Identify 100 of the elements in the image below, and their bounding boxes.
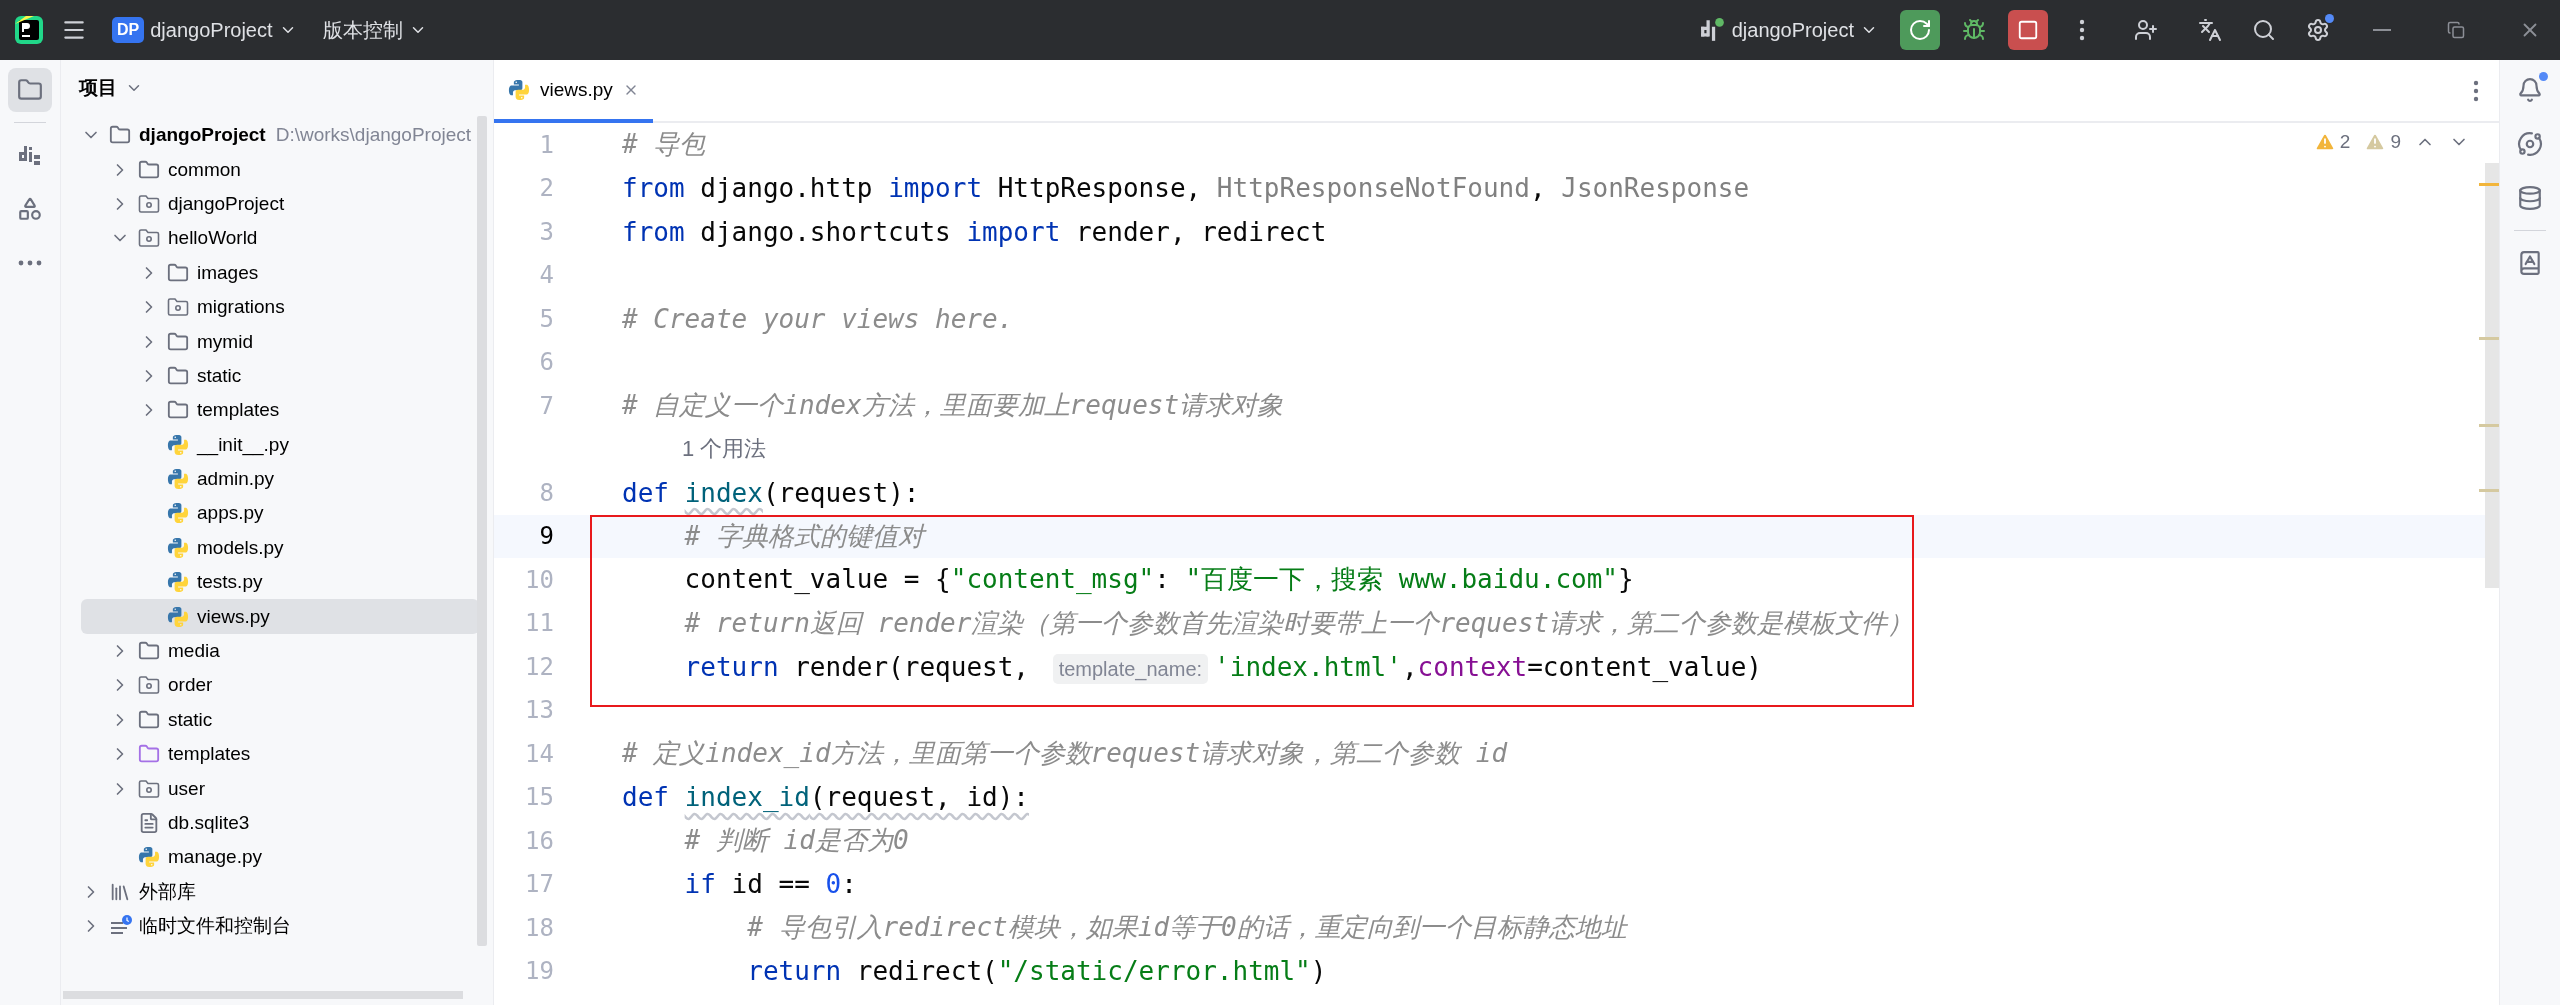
path-hint: D:\works\djangoProject: [275, 124, 472, 147]
folder-icon: [138, 228, 160, 249]
code-token: render(request,: [793, 651, 1030, 682]
tree-item[interactable]: views.py: [81, 599, 479, 634]
more-icon: [2079, 19, 2085, 41]
tree-item[interactable]: static: [81, 702, 479, 738]
line-number: 3: [538, 217, 554, 246]
code-token: 'index.html': [1214, 651, 1402, 682]
tree-item[interactable]: common: [81, 152, 479, 187]
tree-item[interactable]: media: [81, 633, 479, 669]
tree-item-label: admin.py: [197, 468, 275, 491]
tree-item[interactable]: db.sqlite3: [81, 805, 479, 841]
code-token: (request):: [762, 477, 920, 508]
folder-icon: [167, 330, 189, 353]
tree-item-label: helloWorld: [168, 227, 258, 250]
warning-marker[interactable]: [2479, 424, 2499, 427]
tree-item-label: apps.py: [197, 502, 264, 525]
code-token: # 定义index_id方法，里面第一个参数request请求对象，第二个参数 id: [622, 738, 1508, 769]
tree-item[interactable]: models.py: [81, 530, 479, 566]
warning-count[interactable]: 2: [2313, 131, 2351, 153]
line-number: 4: [538, 261, 554, 290]
line-number: 2: [538, 174, 554, 203]
tree-item-label: manage.py: [168, 846, 262, 869]
tree-item[interactable]: mymid: [81, 324, 479, 359]
tree-item[interactable]: apps.py: [81, 496, 479, 531]
warning-marker[interactable]: [2479, 489, 2499, 492]
python-file-icon: [167, 536, 189, 559]
tree-item[interactable]: 外部库: [81, 874, 479, 909]
tree-item[interactable]: order: [81, 668, 479, 703]
stop-button[interactable]: [2008, 10, 2048, 50]
restore-icon: [2447, 21, 2465, 39]
python-file-icon: [167, 502, 189, 525]
rerun-button[interactable]: [1900, 10, 1940, 50]
tree-item[interactable]: tests.py: [81, 565, 479, 600]
line-number: 12: [524, 652, 554, 681]
warning-marker[interactable]: [2479, 337, 2499, 340]
tree-item[interactable]: __init__.py: [81, 427, 479, 462]
tree-item[interactable]: helloWorld: [81, 221, 479, 256]
tool-window-button[interactable]: [8, 68, 52, 112]
code-token: if: [683, 869, 716, 900]
line-number: 19: [524, 957, 554, 986]
tree-item-label: templates: [168, 743, 251, 766]
code-token: from: [622, 216, 685, 247]
tree-item[interactable]: admin.py: [81, 461, 479, 497]
line-number: 16: [524, 826, 554, 855]
code-token: "百度一下，搜索 www.baidu.com": [1185, 564, 1618, 595]
tree-item[interactable]: templates: [81, 393, 479, 428]
code-token: "/static/error.html": [997, 956, 1311, 987]
code-token: def: [622, 782, 670, 813]
stop-icon: [2017, 19, 2039, 41]
code-token: HttpResponse,: [996, 173, 1203, 204]
warning-icon: [2364, 131, 2387, 153]
code-token: def: [622, 477, 670, 508]
code-token: index_id: [684, 782, 810, 813]
code-token: context: [1417, 651, 1528, 682]
line-number: 5: [538, 304, 554, 333]
code-token: # 自定义一个index方法，里面要加上request请求对象: [622, 390, 1284, 421]
tree-item[interactable]: images: [81, 255, 479, 290]
vcs-menu[interactable]: 版本控制: [314, 16, 435, 44]
spiral-icon: [2517, 131, 2543, 157]
warning-marker[interactable]: [2479, 183, 2499, 186]
tree-item[interactable]: user: [81, 771, 479, 806]
line-number: 11: [524, 609, 554, 638]
settings-icon: [2306, 18, 2330, 42]
tree-item-label: migrations: [197, 296, 285, 319]
tree-item[interactable]: djangoProject D:\works\djangoProject: [81, 118, 479, 153]
tree-item[interactable]: 临时文件和控制台: [81, 909, 479, 944]
run-configuration-menu[interactable]: djangoProject: [1691, 17, 1886, 43]
scrollbar[interactable]: [2485, 163, 2499, 588]
minimize-icon: [2373, 29, 2391, 31]
python-file-icon: [167, 605, 189, 628]
tree-item[interactable]: static: [81, 358, 479, 394]
translate-icon: [2198, 18, 2222, 42]
tree-item-label: static: [168, 708, 213, 731]
tree-item-label: templates: [197, 399, 280, 422]
project-menu[interactable]: DP djangoProject: [104, 17, 305, 43]
bug-icon: [1962, 18, 1986, 42]
line-number: 8: [538, 478, 554, 507]
code-token: return: [683, 651, 779, 682]
scrollbar[interactable]: [63, 991, 463, 999]
code-token: }: [1618, 564, 1634, 595]
line-number: 9: [538, 522, 554, 551]
tree-item[interactable]: djangoProject: [81, 186, 479, 222]
parameter-hint: template_name:: [1052, 653, 1209, 684]
book-icon: [2517, 250, 2543, 276]
code-token: # 判断 id是否为0: [683, 825, 909, 856]
editor-tab[interactable]: views.py: [494, 60, 653, 123]
tree-item-label: djangoProject: [168, 192, 285, 215]
code-token: from: [622, 173, 685, 204]
tree-item[interactable]: migrations: [81, 289, 479, 325]
tree-item-label: db.sqlite3: [168, 812, 250, 834]
usages-hint[interactable]: 1 个用法: [682, 434, 767, 465]
code-token: # 导包: [622, 129, 706, 160]
tree-item[interactable]: manage.py: [81, 840, 479, 875]
tree-item[interactable]: templates: [81, 737, 479, 772]
panel-title[interactable]: 项目: [79, 75, 143, 101]
python-file-icon: [167, 468, 189, 491]
warning-count[interactable]: 9: [2364, 131, 2401, 153]
scrollbar[interactable]: [477, 116, 487, 946]
more-icon: [18, 260, 42, 266]
